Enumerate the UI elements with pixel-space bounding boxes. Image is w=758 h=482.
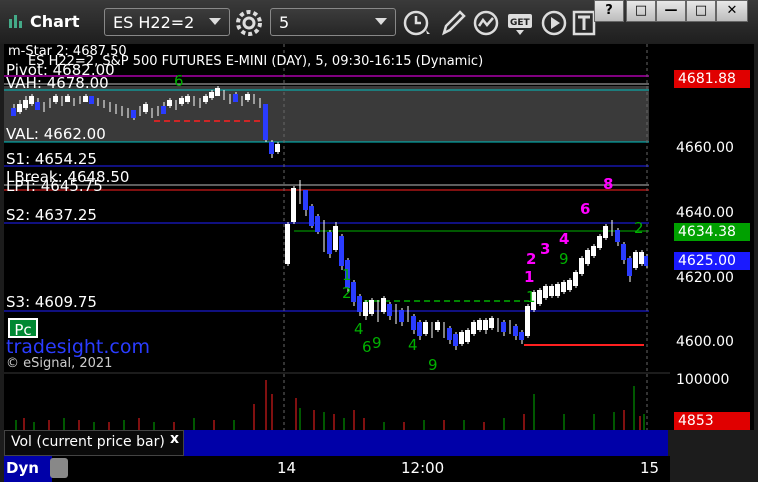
level-val: VAL: 4662.00: [6, 125, 106, 143]
count-green: 2: [342, 284, 352, 302]
volume-pane[interactable]: [4, 374, 670, 430]
count-magenta: 2: [526, 250, 537, 268]
volume-axis-top: 100000: [676, 372, 730, 388]
count-green: 1: [342, 266, 352, 284]
time-tick: 12:00: [401, 459, 445, 477]
get-data-icon[interactable]: GET: [506, 8, 536, 38]
interval-field[interactable]: 5: [270, 8, 396, 36]
price-tick: 4620.00: [676, 270, 734, 286]
count-magenta: 1: [524, 268, 535, 286]
price-tick: 4640.00: [676, 205, 734, 221]
settings-gear-icon[interactable]: [234, 8, 264, 38]
close-button[interactable]: ✕: [716, 0, 748, 22]
svg-text:GET: GET: [510, 18, 531, 28]
minimize-button[interactable]: —: [656, 0, 686, 22]
pc-button[interactable]: Pc: [8, 318, 38, 339]
study-icon[interactable]: [472, 8, 502, 38]
symbol-field[interactable]: ES H22=2: [104, 8, 230, 36]
count-green: 9: [428, 356, 438, 374]
time-tick: 15: [640, 459, 660, 477]
time-axis[interactable]: Dyn 14 12:00 15: [4, 456, 670, 482]
level-vah: VAH: 4678.00: [6, 74, 109, 92]
count-magenta: 3: [540, 240, 551, 258]
volume-label: Vol (current price bar) x: [4, 430, 184, 456]
dyn-button[interactable]: Dyn: [4, 456, 52, 482]
level-s1: S1: 4654.25: [6, 150, 97, 168]
chart-icon: [8, 13, 26, 29]
price-chart-svg: [4, 44, 649, 372]
chevron-down-icon[interactable]: [209, 18, 221, 25]
price-tag-green: 4634.38: [674, 223, 750, 241]
dyn-settings-icon[interactable]: [50, 458, 68, 478]
chevron-down-icon[interactable]: [375, 18, 387, 25]
time-tick: 14: [277, 459, 297, 477]
help-button[interactable]: ?: [594, 0, 624, 22]
level-lpt: LPT: 4645.75: [6, 177, 103, 195]
restore-button[interactable]: □: [626, 0, 656, 22]
count-green: 6: [362, 338, 372, 356]
copyright: © eSignal, 2021: [6, 356, 113, 371]
volume-label-text: Vol (current price bar): [11, 434, 165, 450]
volume-tag: 4853: [674, 412, 750, 430]
price-tick: 4600.00: [676, 334, 734, 350]
app-title-text: Chart: [30, 12, 80, 31]
count-green: 4: [354, 320, 364, 338]
count-green: 9: [372, 334, 382, 352]
price-tick: 4660.00: [676, 140, 734, 156]
price-tag-red: 4681.88: [674, 70, 750, 88]
count-green: 1: [526, 288, 536, 306]
count-green: 4: [408, 336, 418, 354]
close-icon[interactable]: x: [170, 431, 179, 447]
level-s3: S3: 4609.75: [6, 293, 97, 311]
volume-blue-bar: [184, 430, 668, 456]
count-magenta: 8: [603, 175, 614, 193]
app-title: Chart: [8, 12, 79, 31]
symbol-value: ES H22=2: [113, 13, 195, 32]
toolbar: Chart ES H22=2 5 GET ? □ — □ ✕: [0, 0, 758, 44]
price-axis[interactable]: 4680.00 4660.00 4640.00 4620.00 4600.00 …: [670, 44, 754, 430]
count-magenta: 6: [580, 200, 591, 218]
watermark: tradesight.com: [6, 336, 151, 358]
count-green: 9: [559, 250, 569, 268]
maximize-button[interactable]: □: [686, 0, 716, 22]
play-icon[interactable]: [540, 8, 570, 38]
clock-icon[interactable]: [402, 8, 432, 38]
pencil-draw-icon[interactable]: [438, 8, 468, 38]
interval-value: 5: [279, 13, 290, 32]
count-magenta: 4: [559, 230, 570, 248]
level-s2: S2: 4637.25: [6, 206, 97, 224]
price-chart[interactable]: m-Star 2: 4687.50 ES H22=2, S&P 500 FUTU…: [4, 44, 670, 374]
price-tag-blue: 4625.00: [674, 252, 750, 270]
count-green: 6: [174, 72, 184, 90]
volume-svg: [15, 374, 648, 430]
count-green: 2: [634, 219, 644, 237]
